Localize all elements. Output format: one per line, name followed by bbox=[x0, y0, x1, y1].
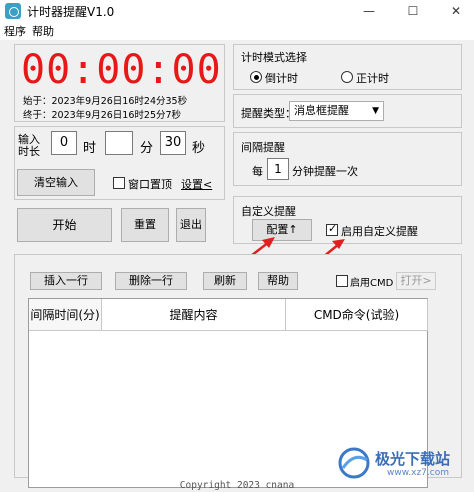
input-panel: 输入 时长 0 时 分 30 秒 清空输入 窗口置顶 设置< bbox=[14, 126, 225, 200]
seconds-input[interactable]: 30 bbox=[160, 131, 186, 155]
chevron-down-icon: ▼ bbox=[372, 106, 379, 116]
delete-row-button[interactable]: 删除一行 bbox=[115, 272, 187, 290]
minutes-unit: 分 bbox=[140, 141, 154, 156]
title-bar: 计时器提醒V1.0 — ☐ ✕ bbox=[0, 0, 474, 22]
countup-label: 正计时 bbox=[356, 72, 389, 85]
reminder-type-value: 消息框提醒 bbox=[294, 104, 349, 117]
reminder-type-label: 提醒类型： bbox=[241, 107, 296, 120]
mode-panel: 计时模式选择 倒计时 正计时 bbox=[233, 44, 462, 90]
table-header-content[interactable]: 提醒内容 bbox=[102, 299, 286, 331]
enable-cmd-checkbox[interactable] bbox=[336, 275, 348, 287]
table-header-cmd[interactable]: CMD命令(试验) bbox=[286, 299, 428, 331]
watermark-logo-icon bbox=[338, 447, 370, 479]
reset-button[interactable]: 重置 bbox=[121, 208, 169, 242]
watermark: 极光下载站 www.xz7.com bbox=[335, 440, 474, 480]
open-button[interactable]: 打开> bbox=[396, 272, 436, 290]
watermark-text: 极光下载站 bbox=[375, 450, 451, 468]
insert-row-button[interactable]: 插入一行 bbox=[30, 272, 102, 290]
clock-panel: 00:00:00 始于：2023年9月26日16时24分35秒 终于：2023年… bbox=[14, 44, 225, 122]
reminder-type-panel: 提醒类型： 消息框提醒 ▼ bbox=[233, 94, 462, 128]
reminder-type-select[interactable]: 消息框提醒 ▼ bbox=[289, 101, 384, 121]
hours-unit: 时 bbox=[83, 141, 97, 156]
interval-input[interactable]: 1 bbox=[267, 158, 289, 180]
interval-panel: 间隔提醒 每 1 分钟提醒一次 bbox=[233, 132, 462, 186]
window-title: 计时器提醒V1.0 bbox=[27, 5, 115, 19]
start-button[interactable]: 开始 bbox=[17, 208, 112, 242]
table-header-interval[interactable]: 间隔时间(分) bbox=[29, 299, 102, 331]
exit-button[interactable]: 退出 bbox=[176, 208, 206, 242]
countup-radio[interactable] bbox=[341, 71, 353, 83]
mode-title: 计时模式选择 bbox=[241, 51, 307, 64]
app-icon bbox=[5, 3, 21, 19]
interval-suffix: 分钟提醒一次 bbox=[292, 165, 358, 178]
settings-link[interactable]: 设置< bbox=[181, 176, 212, 192]
minutes-input[interactable] bbox=[105, 131, 133, 155]
close-button[interactable]: ✕ bbox=[441, 2, 471, 20]
start-time: 始于：2023年9月26日16时24分35秒 bbox=[23, 96, 188, 107]
pin-window-label: 窗口置顶 bbox=[128, 178, 172, 191]
menu-help[interactable]: 帮助 bbox=[32, 23, 54, 39]
clear-input-button[interactable]: 清空输入 bbox=[17, 169, 95, 196]
refresh-button[interactable]: 刷新 bbox=[203, 272, 247, 290]
seconds-unit: 秒 bbox=[192, 141, 206, 156]
interval-title: 间隔提醒 bbox=[241, 141, 285, 154]
footer-copyright: Copyright 2023 cnana bbox=[179, 480, 295, 491]
client-area: 00:00:00 始于：2023年9月26日16时24分35秒 终于：2023年… bbox=[0, 40, 474, 492]
hours-input[interactable]: 0 bbox=[51, 131, 77, 155]
countdown-radio[interactable] bbox=[250, 71, 262, 83]
interval-prefix: 每 bbox=[252, 165, 263, 178]
watermark-url: www.xz7.com bbox=[387, 468, 449, 478]
clock-display: 00:00:00 bbox=[21, 47, 222, 93]
menu-bar: 程序 帮助 bbox=[0, 22, 474, 40]
duration-label-bottom: 时长 bbox=[18, 145, 40, 158]
pin-window-checkbox[interactable] bbox=[113, 177, 125, 189]
countdown-label: 倒计时 bbox=[265, 72, 298, 85]
help-button[interactable]: 帮助 bbox=[258, 272, 298, 290]
end-time: 终于：2023年9月26日16时25分7秒 bbox=[23, 110, 182, 121]
minimize-button[interactable]: — bbox=[354, 2, 384, 20]
custom-title: 自定义提醒 bbox=[241, 205, 296, 218]
maximize-button[interactable]: ☐ bbox=[398, 2, 428, 20]
enable-cmd-label: 启用CMD bbox=[350, 278, 394, 289]
menu-program[interactable]: 程序 bbox=[4, 23, 26, 39]
